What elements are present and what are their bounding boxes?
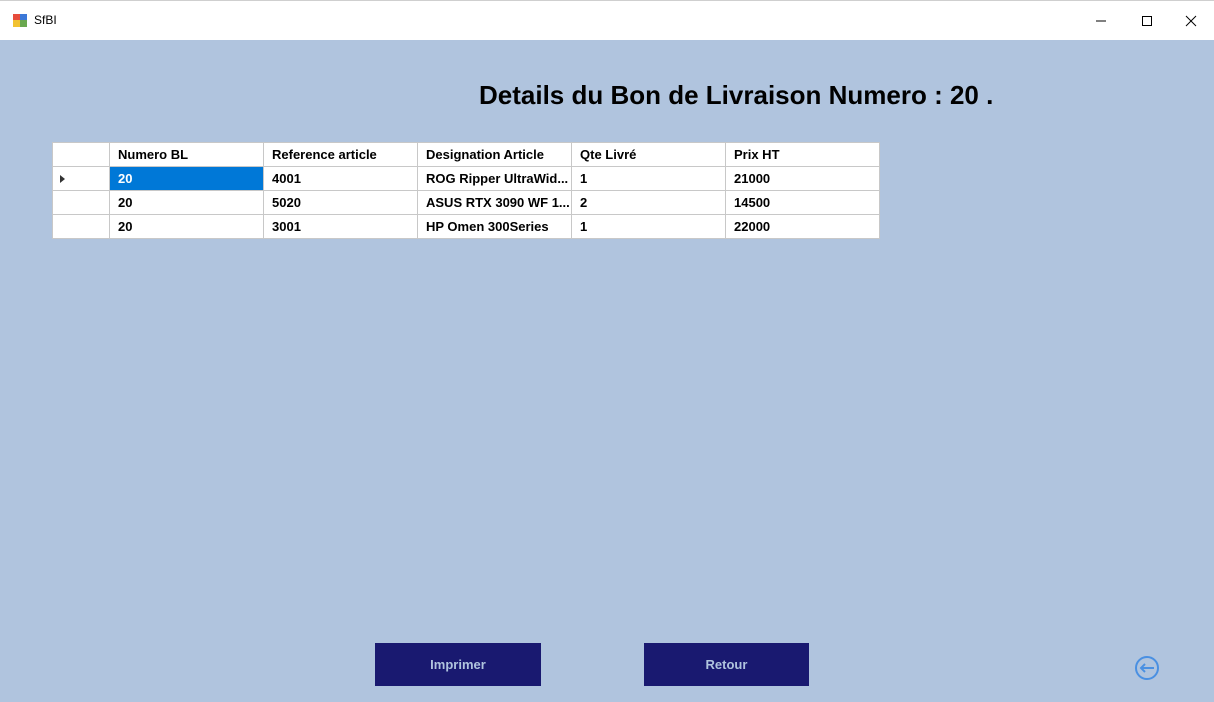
current-row-arrow-icon — [60, 175, 65, 183]
table-cell[interactable]: 5020 — [263, 190, 418, 215]
table-cell[interactable]: 3001 — [263, 214, 418, 239]
table-cell[interactable]: 20 — [109, 190, 264, 215]
table-cell[interactable]: 20 — [109, 166, 264, 191]
table-row[interactable]: 20 4001 ROG Ripper UltraWid... 1 21000 — [52, 166, 880, 191]
table-cell[interactable]: 21000 — [725, 166, 880, 191]
row-header[interactable] — [52, 214, 110, 239]
back-button[interactable]: Retour — [644, 643, 809, 686]
row-header[interactable] — [52, 190, 110, 215]
window-title: SfBI — [34, 13, 57, 27]
exit-arrow-icon[interactable] — [1133, 654, 1161, 682]
minimize-icon — [1096, 20, 1106, 22]
maximize-button[interactable] — [1124, 1, 1170, 41]
close-icon — [1185, 15, 1197, 27]
table-cell[interactable]: 20 — [109, 214, 264, 239]
table-cell[interactable]: 1 — [571, 214, 726, 239]
column-header-designation-article[interactable]: Designation Article — [417, 142, 572, 167]
table-cell[interactable]: 4001 — [263, 166, 418, 191]
title-bar[interactable]: SfBI — [0, 0, 1214, 40]
table-cell[interactable]: 22000 — [725, 214, 880, 239]
main-window: SfBI Details du Bon de Livraison Numero … — [0, 0, 1214, 702]
table-cell[interactable]: HP Omen 300Series — [417, 214, 572, 239]
row-header[interactable] — [52, 166, 110, 191]
table-cell[interactable]: ASUS RTX 3090 WF 1... — [417, 190, 572, 215]
close-button[interactable] — [1168, 1, 1214, 41]
details-grid[interactable]: Numero BL Reference article Designation … — [52, 142, 880, 239]
row-header-corner[interactable] — [52, 142, 110, 167]
table-cell[interactable]: 14500 — [725, 190, 880, 215]
table-row[interactable]: 20 3001 HP Omen 300Series 1 22000 — [52, 214, 880, 239]
column-header-prix-ht[interactable]: Prix HT — [725, 142, 880, 167]
column-header-numero-bl[interactable]: Numero BL — [109, 142, 264, 167]
table-cell[interactable]: 2 — [571, 190, 726, 215]
maximize-icon — [1142, 16, 1152, 26]
column-header-reference-article[interactable]: Reference article — [263, 142, 418, 167]
minimize-button[interactable] — [1078, 1, 1124, 41]
grid-header-row: Numero BL Reference article Designation … — [52, 142, 880, 167]
app-icon — [13, 14, 27, 27]
print-button[interactable]: Imprimer — [375, 643, 541, 686]
table-cell[interactable]: 1 — [571, 166, 726, 191]
table-row[interactable]: 20 5020 ASUS RTX 3090 WF 1... 2 14500 — [52, 190, 880, 215]
table-cell[interactable]: ROG Ripper UltraWid... — [417, 166, 572, 191]
column-header-qte-livre[interactable]: Qte Livré — [571, 142, 726, 167]
page-title: Details du Bon de Livraison Numero : 20 … — [479, 80, 994, 110]
